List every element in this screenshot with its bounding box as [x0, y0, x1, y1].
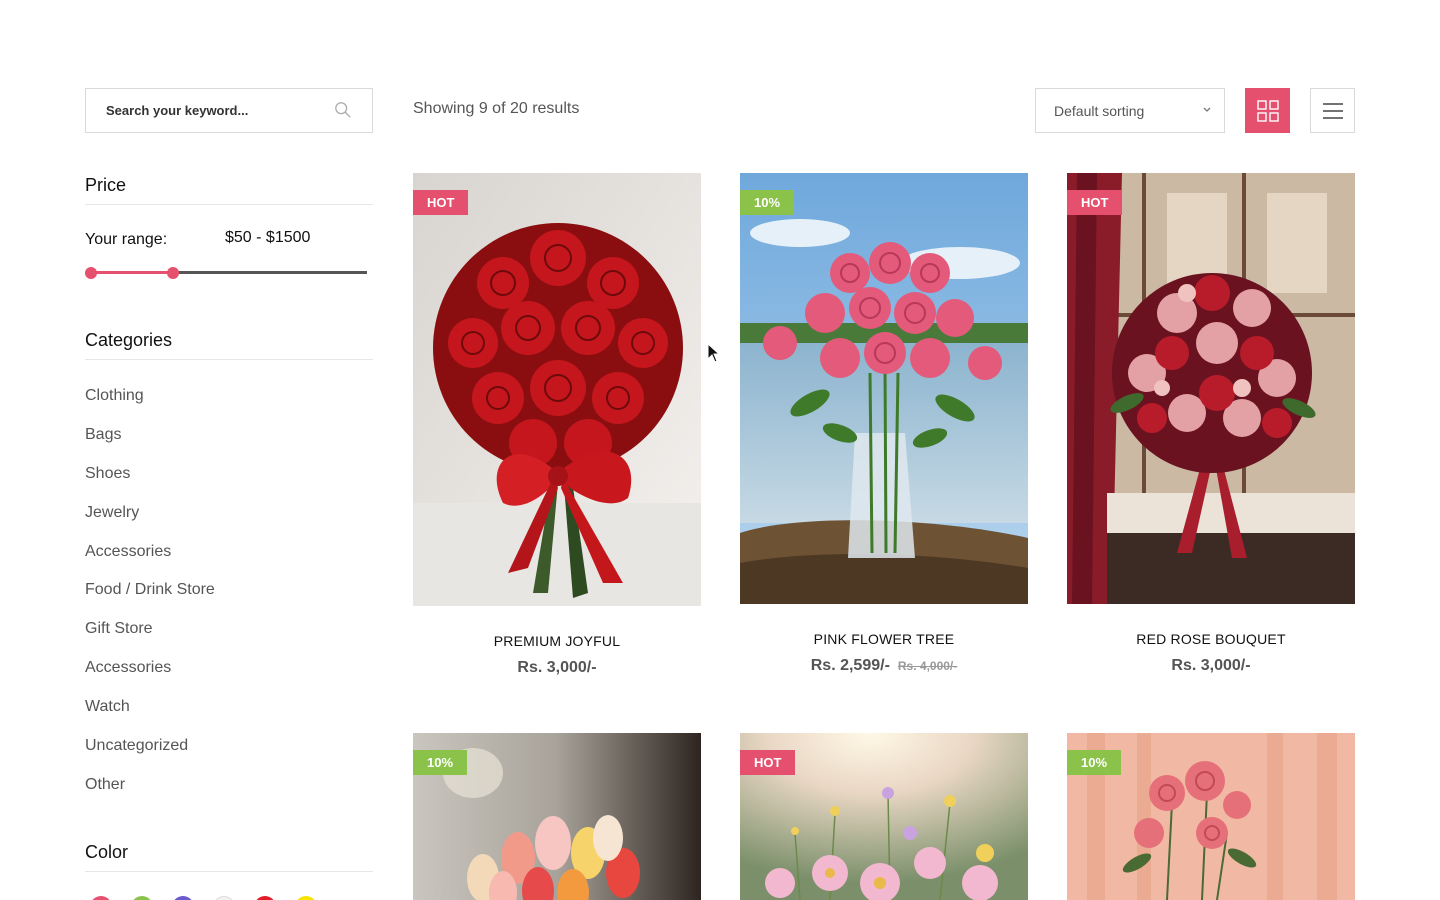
- product-name[interactable]: PREMIUM JOYFUL: [413, 633, 701, 649]
- range-label: Your range:: [85, 231, 168, 248]
- grid-view-button[interactable]: [1245, 88, 1290, 133]
- product-name[interactable]: RED ROSE BOUQUET: [1067, 631, 1355, 647]
- category-item[interactable]: Food / Drink Store: [85, 580, 215, 619]
- color-swatch[interactable]: [213, 896, 235, 900]
- category-list: Clothing Bags Shoes Jewelry Accessories …: [85, 386, 215, 814]
- price-widget-title: Price: [85, 175, 373, 205]
- color-swatch[interactable]: [295, 896, 317, 900]
- product-price: Rs. 3,000/-: [1067, 657, 1355, 675]
- color-swatch[interactable]: [172, 896, 194, 900]
- color-swatch[interactable]: [131, 896, 153, 900]
- search-box[interactable]: [85, 88, 373, 133]
- product-image[interactable]: [413, 173, 701, 606]
- search-icon[interactable]: [334, 101, 352, 119]
- product-current-price: Rs. 3,000/-: [1171, 657, 1251, 674]
- category-item[interactable]: Watch: [85, 697, 215, 736]
- product-badge: 10%: [740, 190, 795, 215]
- category-item[interactable]: Accessories: [85, 658, 215, 697]
- price-slider-fill: [90, 271, 174, 274]
- product-badge: HOT: [740, 750, 796, 775]
- range-value: $50 - $1500: [225, 229, 311, 246]
- product-current-price: Rs. 2,599/-: [810, 657, 890, 674]
- product-image[interactable]: [740, 173, 1028, 604]
- category-item[interactable]: Other: [85, 775, 215, 814]
- category-item[interactable]: Uncategorized: [85, 736, 215, 775]
- product-old-price: Rs. 4,000/-: [897, 659, 958, 673]
- category-item[interactable]: Clothing: [85, 386, 215, 425]
- price-slider-min-handle[interactable]: [85, 267, 97, 279]
- chevron-down-icon: [1203, 107, 1211, 112]
- category-item[interactable]: Jewelry: [85, 503, 215, 542]
- categories-title: Categories: [85, 330, 373, 360]
- product-price: Rs. 3,000/-: [413, 659, 701, 677]
- list-view-button[interactable]: [1310, 88, 1355, 133]
- cursor-icon: [707, 343, 721, 363]
- list-icon: [1322, 102, 1343, 119]
- results-count: Showing 9 of 20 results: [413, 100, 580, 117]
- product-badge: 10%: [413, 750, 468, 775]
- grid-icon: [1256, 99, 1279, 122]
- product-badge: HOT: [1067, 190, 1123, 215]
- product-current-price: Rs. 3,000/-: [517, 659, 597, 676]
- sort-selected-value: Default sorting: [1054, 102, 1145, 119]
- category-item[interactable]: Gift Store: [85, 619, 215, 658]
- product-name[interactable]: PINK FLOWER TREE: [740, 631, 1028, 647]
- product-badge: 10%: [1067, 750, 1122, 775]
- sort-select[interactable]: Default sorting: [1035, 88, 1225, 133]
- product-badge: HOT: [413, 190, 469, 215]
- product-image[interactable]: [1067, 173, 1355, 604]
- color-swatch[interactable]: [90, 896, 112, 900]
- color-swatch[interactable]: [254, 896, 276, 900]
- category-item[interactable]: Shoes: [85, 464, 215, 503]
- category-item[interactable]: Accessories: [85, 542, 215, 581]
- color-swatches: [90, 896, 317, 900]
- price-slider-max-handle[interactable]: [167, 267, 180, 279]
- search-input[interactable]: [86, 103, 316, 118]
- color-widget-title: Color: [85, 842, 373, 872]
- product-price: Rs. 2,599/- Rs. 4,000/-: [740, 657, 1028, 675]
- category-item[interactable]: Bags: [85, 425, 215, 464]
